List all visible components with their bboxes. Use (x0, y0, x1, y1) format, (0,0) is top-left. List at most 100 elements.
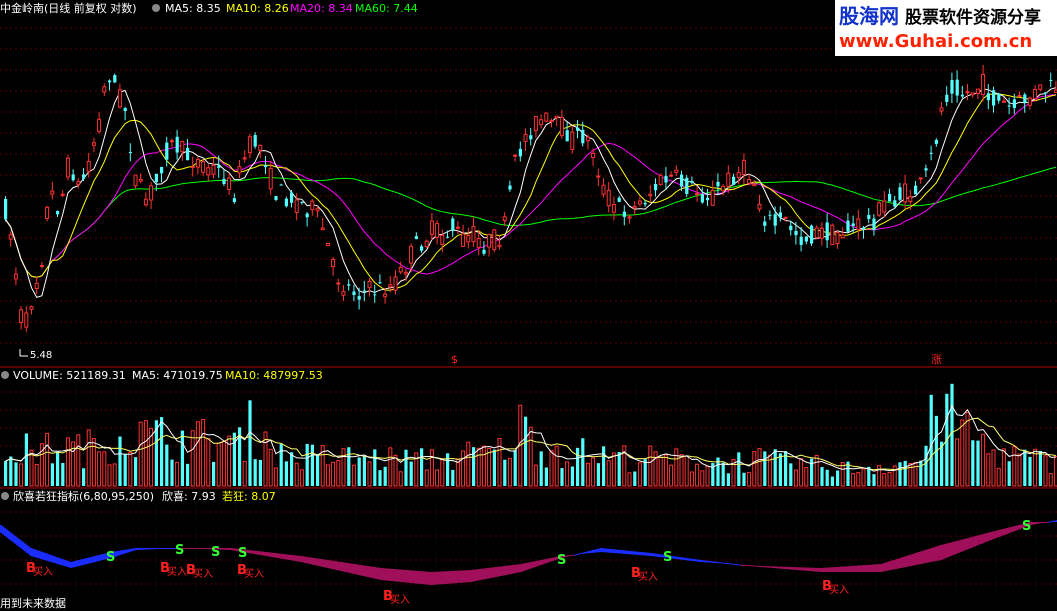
band-slice (282, 553, 285, 559)
band-slice (0, 525, 3, 533)
sell-signal[interactable]: S (106, 550, 115, 565)
band-slice (834, 567, 837, 572)
band-slice (436, 571, 439, 585)
band-slice (678, 556, 681, 560)
band-slice (778, 566, 781, 569)
band-slice (164, 548, 167, 549)
sell-signal[interactable]: S (557, 553, 566, 568)
buy-signal-label: 买入 (638, 571, 658, 583)
volume-bar (373, 449, 377, 486)
band-slice (122, 550, 125, 555)
band-slice (586, 551, 589, 554)
volume-bar (102, 451, 107, 487)
indicator-panel[interactable]: S S S S S SSB买入 B买入 B买入 B买入B买入B买入B买入 欣喜若狂指标(6,80… (0, 489, 1057, 610)
sell-signal[interactable]: S (175, 543, 184, 558)
band-slice (272, 552, 275, 558)
collapse-icon[interactable] (152, 4, 160, 12)
volume-bar (170, 459, 174, 486)
candle-body (877, 202, 882, 216)
band-slice (314, 558, 317, 566)
sell-signal[interactable]: S (1022, 519, 1031, 534)
band-slice (346, 562, 349, 573)
band-slice (446, 571, 449, 584)
band-slice (850, 566, 853, 572)
band-slice (204, 548, 207, 549)
volume-bar (429, 449, 434, 487)
chart-canvas[interactable]: 中金岭南(日线 前复权 对数) MA5: 8.35 MA10: 8.26 MA2… (0, 0, 1057, 611)
band-slice (412, 570, 415, 584)
band-slice (680, 557, 683, 560)
event-marker-zhang[interactable]: 涨 (931, 353, 942, 366)
volume-bar (773, 449, 777, 486)
band-slice (230, 548, 233, 550)
band-slice (716, 561, 719, 564)
band-slice (382, 568, 385, 581)
sell-signal[interactable]: S (211, 545, 220, 560)
band-slice (928, 548, 931, 563)
volume-collapse-icon[interactable] (1, 371, 9, 379)
candle-body (429, 220, 434, 235)
volume-bar (9, 456, 13, 486)
volume-bar (513, 450, 517, 486)
candle-body (97, 118, 102, 132)
indicator-collapse-icon[interactable] (1, 492, 9, 500)
candle-body (856, 218, 861, 230)
band-slice (138, 548, 141, 550)
volume-bar (273, 467, 278, 487)
volume-bar (195, 421, 200, 487)
band-slice (498, 566, 501, 577)
band-slice (792, 567, 795, 570)
volume-bars (4, 383, 1057, 487)
band-slice (90, 557, 93, 563)
volume-bar (861, 468, 866, 487)
volume-bar (544, 467, 548, 486)
band-slice (730, 563, 733, 565)
volume-bar (310, 444, 314, 486)
event-marker-s[interactable]: $ (451, 353, 458, 366)
volume-bar (570, 466, 574, 486)
volume-bar (461, 450, 466, 487)
band-slice (620, 550, 623, 554)
candle-body (840, 234, 845, 239)
band-slice (998, 530, 1001, 537)
band-slice (880, 564, 883, 572)
volume-panel[interactable]: VOLUME: 521189.31 MA5: 471019.75 MA10: 4… (0, 369, 1057, 487)
band-slice (430, 572, 433, 585)
candle-body (554, 115, 559, 119)
band-slice (512, 564, 515, 574)
band-slice (16, 537, 19, 546)
band-slice (616, 549, 619, 554)
band-slice (188, 548, 191, 549)
candle-body (799, 236, 803, 245)
band-slice (160, 548, 163, 549)
candle-body (721, 185, 726, 191)
band-slice (862, 565, 865, 572)
band-slice (82, 559, 85, 565)
volume-bar (991, 449, 996, 487)
band-slice (762, 566, 765, 568)
band-slice (86, 558, 89, 564)
candle-body (169, 140, 174, 143)
band-slice (398, 569, 401, 582)
band-slice (464, 570, 467, 583)
band-slice (120, 550, 123, 555)
volume-bar (820, 467, 824, 486)
candle-body (341, 291, 346, 296)
band-slice (624, 550, 627, 554)
candle-body (253, 135, 257, 147)
band-slice (764, 566, 767, 568)
sell-signal[interactable]: S (663, 550, 672, 565)
volume-bar (290, 452, 294, 486)
band-slice (476, 569, 479, 581)
price-legend: 中金岭南(日线 前复权 对数) MA5: 8.35 MA10: 8.26 MA2… (0, 0, 420, 16)
band-slice (630, 551, 633, 555)
band-slice (580, 553, 583, 554)
sell-signal[interactable]: S (238, 546, 247, 561)
band-slice (428, 571, 431, 585)
band-slice (642, 552, 645, 556)
candle-body (34, 282, 39, 290)
band-slice (384, 568, 387, 581)
volume-bar (242, 460, 247, 487)
candle-body (617, 197, 621, 202)
band-slice (608, 548, 611, 553)
